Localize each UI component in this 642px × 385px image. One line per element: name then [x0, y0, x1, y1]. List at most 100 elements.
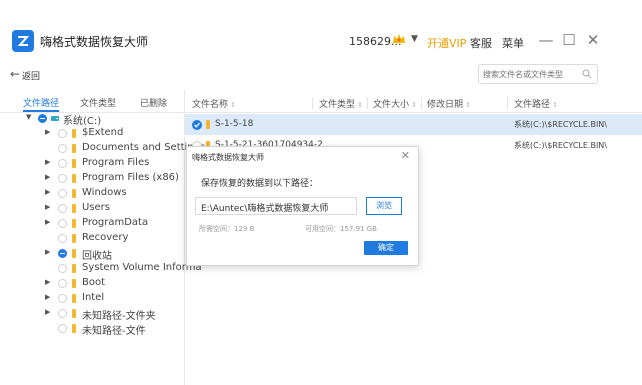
- save-dialog: 嗨格式数据恢复大师 ✕ 保存恢复的数据到以下路径： E:\Auntec\嗨格式数…: [186, 146, 419, 266]
- folder-icon: [206, 120, 210, 129]
- toolbar: ← 返回: [0, 64, 642, 86]
- required-space: 所需空间：129 B: [199, 225, 255, 233]
- maximize-button[interactable]: ☐: [561, 32, 577, 48]
- search-box[interactable]: [478, 64, 598, 84]
- save-path-value: E:\Auntec\嗨格式数据恢复大师: [201, 204, 329, 214]
- column-divider[interactable]: [421, 97, 422, 109]
- tree-label: Program Files: [82, 157, 150, 168]
- tree-label: 未知路径-文件夹: [82, 311, 156, 322]
- expand-arrow-icon[interactable]: ▶: [45, 293, 50, 301]
- tree-checkbox[interactable]: [58, 309, 67, 318]
- tree-label: Intel: [82, 292, 105, 303]
- search-input[interactable]: [483, 67, 575, 81]
- column-header-date[interactable]: 修改日期 ⇕: [427, 97, 471, 110]
- expand-arrow-icon[interactable]: ▶: [45, 278, 50, 286]
- tree-label: Boot: [82, 277, 106, 288]
- file-name: S-1-5-18: [215, 119, 254, 129]
- folder-icon: [72, 309, 76, 318]
- open-vip-link[interactable]: 开通VIP: [427, 35, 466, 51]
- expand-arrow-icon[interactable]: ▶: [45, 308, 50, 316]
- folder-icon: [72, 159, 76, 168]
- minimize-button[interactable]: —: [538, 32, 554, 48]
- expand-arrow-icon[interactable]: ▶: [45, 218, 50, 226]
- browse-button[interactable]: 浏览: [366, 197, 402, 215]
- close-button[interactable]: ✕: [585, 32, 601, 48]
- expand-arrow-icon[interactable]: ▼: [26, 113, 31, 121]
- folder-icon: [72, 189, 76, 198]
- dialog-prompt: 保存恢复的数据到以下路径：: [201, 179, 319, 189]
- tree-checkbox[interactable]: [58, 324, 67, 333]
- tree-node-drive-c[interactable]: ▼ 系统(C:): [0, 112, 184, 127]
- folder-icon: [72, 204, 76, 213]
- expand-arrow-icon[interactable]: ▶: [45, 128, 50, 136]
- tree-label: Users: [82, 202, 111, 213]
- tree-checkbox[interactable]: [58, 264, 67, 273]
- table-row[interactable]: S-1-5-18 系统(C:)\$RECYCLE.BIN\: [185, 114, 642, 135]
- dialog-title: 嗨格式数据恢复大师: [192, 153, 264, 162]
- expand-arrow-icon[interactable]: ▶: [45, 248, 50, 256]
- column-header-name[interactable]: 文件名称 ⇕: [192, 97, 236, 110]
- column-header-size[interactable]: 文件大小 ⇕: [373, 97, 417, 110]
- column-header-type[interactable]: 文件类型 ⇕: [319, 97, 363, 110]
- sort-icon[interactable]: ⇕: [228, 101, 236, 109]
- tree-label: Program Files (x86): [82, 172, 179, 183]
- file-path: 系统(C:)\$RECYCLE.BIN\: [514, 141, 607, 150]
- tree-checkbox[interactable]: [58, 249, 67, 258]
- file-path: 系统(C:)\$RECYCLE.BIN\: [514, 120, 607, 129]
- folder-icon: [72, 324, 76, 333]
- left-tabs: 文件路径 文件类型 已删除: [0, 93, 184, 113]
- tree-label: ProgramData: [82, 217, 149, 228]
- folder-icon: [72, 174, 76, 183]
- tree-label: System Volume Informa: [82, 262, 202, 273]
- crown-icon[interactable]: [392, 32, 406, 46]
- column-divider[interactable]: [507, 97, 508, 109]
- tree-checkbox[interactable]: [58, 294, 67, 303]
- tree-label: Windows: [82, 187, 127, 198]
- sort-icon[interactable]: ⇕: [463, 101, 471, 109]
- tree-checkbox[interactable]: [58, 219, 67, 228]
- tree-label: 回收站: [82, 251, 112, 262]
- dialog-close-button[interactable]: ✕: [401, 149, 410, 162]
- back-arrow-icon[interactable]: ←: [10, 67, 20, 81]
- folder-icon: [72, 294, 76, 303]
- row-checkbox[interactable]: [192, 120, 202, 130]
- sort-icon[interactable]: ⇕: [409, 101, 417, 109]
- tree-checkbox[interactable]: [58, 234, 67, 243]
- tab-file-type[interactable]: 文件类型: [80, 96, 116, 109]
- folder-icon: [72, 234, 76, 243]
- drive-icon: [51, 116, 59, 121]
- search-icon[interactable]: [582, 69, 592, 79]
- tree-checkbox[interactable]: [58, 144, 67, 153]
- expand-arrow-icon[interactable]: ▶: [45, 173, 50, 181]
- expand-arrow-icon[interactable]: ▶: [45, 203, 50, 211]
- tab-file-path[interactable]: 文件路径: [23, 96, 59, 109]
- column-header-path[interactable]: 文件路径 ⇕: [514, 97, 558, 110]
- app-title: 嗨格式数据恢复大师: [40, 35, 149, 49]
- customer-service-link[interactable]: 客服: [470, 35, 492, 51]
- tab-deleted[interactable]: 已删除: [140, 96, 167, 109]
- tree-checkbox[interactable]: [38, 114, 47, 123]
- expand-arrow-icon[interactable]: ▶: [45, 188, 50, 196]
- tree-checkbox[interactable]: [58, 189, 67, 198]
- folder-icon: [72, 279, 76, 288]
- folder-icon: [72, 219, 76, 228]
- back-button[interactable]: 返回: [22, 69, 40, 82]
- tree-checkbox[interactable]: [58, 159, 67, 168]
- chevron-down-icon[interactable]: ▼: [411, 34, 418, 44]
- folder-icon: [72, 129, 76, 138]
- sort-icon[interactable]: ⇕: [355, 101, 363, 109]
- tree-checkbox[interactable]: [58, 204, 67, 213]
- expand-arrow-icon[interactable]: ▶: [45, 158, 50, 166]
- save-path-field[interactable]: E:\Auntec\嗨格式数据恢复大师: [195, 197, 357, 215]
- menu-link[interactable]: 菜单: [502, 35, 524, 51]
- folder-icon: [72, 249, 76, 258]
- ok-button[interactable]: 确定: [364, 241, 408, 255]
- sort-icon[interactable]: ⇕: [550, 101, 558, 109]
- file-list-header: 文件名称 ⇕ 文件类型 ⇕ 文件大小 ⇕ 修改日期 ⇕ 文件路径 ⇕: [185, 93, 642, 113]
- column-divider[interactable]: [367, 97, 368, 109]
- tree-checkbox[interactable]: [58, 279, 67, 288]
- tree-label: 未知路径-文件: [82, 326, 146, 337]
- column-divider[interactable]: [312, 97, 313, 109]
- tree-checkbox[interactable]: [58, 174, 67, 183]
- tree-checkbox[interactable]: [58, 129, 67, 138]
